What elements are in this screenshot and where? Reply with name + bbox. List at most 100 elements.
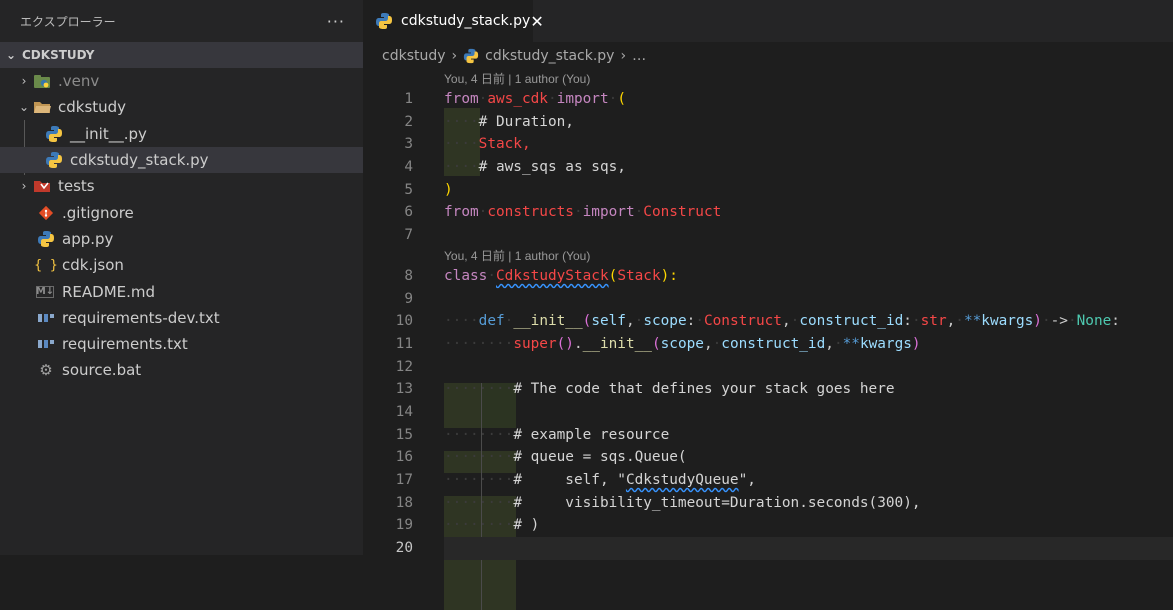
tree-item-app-py[interactable]: app.py <box>0 226 363 252</box>
requirements-icon <box>36 309 56 327</box>
tree-item-readme-md[interactable]: M↓ README.md <box>0 278 363 304</box>
line-number: 18 <box>395 494 413 511</box>
code-line: 9 <box>363 288 1173 311</box>
line-text: ········# self, "CdkstudyQueue", <box>444 472 756 488</box>
codelens-blame[interactable]: You, 4 日前 | 1 author (You) <box>363 247 1173 265</box>
current-line-highlight <box>444 537 1173 560</box>
line-number: 6 <box>404 204 413 221</box>
codelens-blame[interactable]: You, 4 日前 | 1 author (You) <box>363 70 1173 88</box>
line-text: ········# example resource <box>444 426 670 443</box>
line-text: ····# Duration, <box>444 113 574 130</box>
code-editor[interactable]: You, 4 日前 | 1 author (You) 1 from·aws_cdk… <box>363 70 1173 610</box>
tree-item-cdk-json[interactable]: { } cdk.json <box>0 252 363 278</box>
line-text: ········# queue = sqs.Queue( <box>444 449 687 466</box>
code-line: 5) <box>363 179 1173 202</box>
workspace-section-header[interactable]: ⌄ CDKSTUDY <box>0 42 363 68</box>
line-text: class·CdkstudyStack(Stack): <box>444 267 678 284</box>
line-text: ····Stack, <box>444 136 531 153</box>
tree-item-cdkstudy-stack-py[interactable]: cdkstudy_stack.py <box>0 146 363 174</box>
tree-item-label: cdkstudy_stack.py <box>70 151 209 170</box>
line-number: 14 <box>395 403 413 420</box>
tree-item-label: cdk.json <box>62 256 124 275</box>
code-line: 11 ········super().__init__(scope,·constr… <box>363 333 1173 356</box>
line-number: 7 <box>404 227 413 244</box>
breadcrumb-symbols[interactable]: … <box>632 48 646 64</box>
line-number: 4 <box>404 159 413 176</box>
line-number: 11 <box>395 335 413 352</box>
breadcrumb-folder[interactable]: cdkstudy <box>382 48 446 64</box>
folder-open-icon <box>32 98 52 116</box>
tree-item-label: requirements.txt <box>62 335 188 354</box>
tree-item-venv[interactable]: › .venv <box>0 68 363 94</box>
tree-item-label: README.md <box>62 282 156 301</box>
tree-item-label: source.bat <box>62 361 142 380</box>
line-number: 13 <box>395 381 413 398</box>
chevron-right-icon: › <box>620 48 627 64</box>
code-line: 12 <box>363 356 1173 379</box>
line-number: 2 <box>404 113 413 130</box>
chevron-right-icon: › <box>21 179 27 194</box>
line-number: 19 <box>395 517 413 534</box>
tree-item-label: requirements-dev.txt <box>62 308 220 327</box>
code-line: 8 class·CdkstudyStack(Stack): <box>363 265 1173 288</box>
tree-item-source-bat[interactable]: ⚙ source.bat <box>0 357 363 383</box>
python-file-icon <box>463 48 479 64</box>
line-number: 17 <box>395 472 413 488</box>
code-line: 4 ····# aws_sqs as sqs, <box>363 156 1173 179</box>
requirements-icon <box>36 335 56 353</box>
tab-bar: cdkstudy_stack.py ✕ <box>363 0 1173 42</box>
line-text: ····# aws_sqs as sqs, <box>444 159 626 176</box>
line-text: ········# ) <box>444 517 540 534</box>
tree-item-init-py[interactable]: __init__.py <box>0 121 363 147</box>
explorer-sidebar: エクスプローラー ··· ⌄ CDKSTUDY › .venv ⌄ cdkstu… <box>0 0 363 555</box>
tree-item-label: tests <box>58 177 95 196</box>
code-line: 6 from·constructs·import·Construct <box>363 201 1173 224</box>
chevron-down-icon: ⌄ <box>18 100 30 115</box>
chevron-right-icon: › <box>451 48 458 64</box>
tree-item-cdkstudy[interactable]: ⌄ cdkstudy <box>0 94 363 120</box>
code-line: 7 <box>363 224 1173 247</box>
line-text: ········# visibility_timeout=Duration.se… <box>444 494 921 511</box>
tree-item-tests[interactable]: › tests <box>0 173 363 199</box>
breadcrumb-file-label: cdkstudy_stack.py <box>485 48 615 64</box>
line-number: 5 <box>404 181 413 198</box>
line-number: 1 <box>404 91 413 107</box>
code-line: 18 ········# visibility_timeout=Duration.… <box>363 492 1173 515</box>
markdown-icon: M↓ <box>35 285 55 298</box>
code-line-current: 20 <box>363 537 1173 560</box>
line-number: 8 <box>404 267 413 284</box>
git-icon <box>36 204 56 222</box>
python-file-icon <box>44 125 64 143</box>
gear-icon: ⚙ <box>39 361 53 380</box>
editor-area: cdkstudy_stack.py ✕ cdkstudy › cdkstudy_… <box>363 0 1173 610</box>
more-actions-button[interactable]: ··· <box>327 12 345 31</box>
tree-item-gitignore[interactable]: .gitignore <box>0 199 363 225</box>
code-line: 14 <box>363 401 1173 424</box>
close-icon[interactable]: ✕ <box>530 12 543 31</box>
line-text: ) <box>444 181 453 198</box>
line-number: 3 <box>404 136 413 153</box>
breadcrumb-file[interactable]: cdkstudy_stack.py <box>463 48 614 64</box>
code-line: 2 ····# Duration, <box>363 111 1173 134</box>
tab-cdkstudy-stack-py[interactable]: cdkstudy_stack.py ✕ <box>363 0 544 42</box>
line-text: ····def·__init__(self,·scope:·Construct,… <box>444 313 1120 330</box>
python-file-icon <box>36 230 56 248</box>
code-line: 10 ····def·__init__(self,·scope:·Construc… <box>363 310 1173 333</box>
workspace-title: CDKSTUDY <box>22 48 95 62</box>
code-line: 3 ····Stack, <box>363 133 1173 156</box>
line-number: 9 <box>404 290 413 307</box>
tree-item-requirements-dev-txt[interactable]: requirements-dev.txt <box>0 305 363 331</box>
line-number: 10 <box>395 313 413 330</box>
code-line: 1 from·aws_cdk·import·( <box>363 88 1173 111</box>
tree-item-label: app.py <box>62 229 114 248</box>
line-number: 15 <box>395 426 413 443</box>
explorer-header: エクスプローラー ··· <box>0 0 363 42</box>
tab-label: cdkstudy_stack.py <box>401 13 531 29</box>
tree-item-label: __init__.py <box>70 124 147 143</box>
tree-item-label: .gitignore <box>62 203 134 222</box>
line-text: from·constructs·import·Construct <box>444 204 722 221</box>
python-file-icon <box>375 12 393 30</box>
chevron-right-icon: › <box>21 74 27 89</box>
line-text: ········super().__init__(scope,·construc… <box>444 335 921 352</box>
tree-item-requirements-txt[interactable]: requirements.txt <box>0 331 363 357</box>
